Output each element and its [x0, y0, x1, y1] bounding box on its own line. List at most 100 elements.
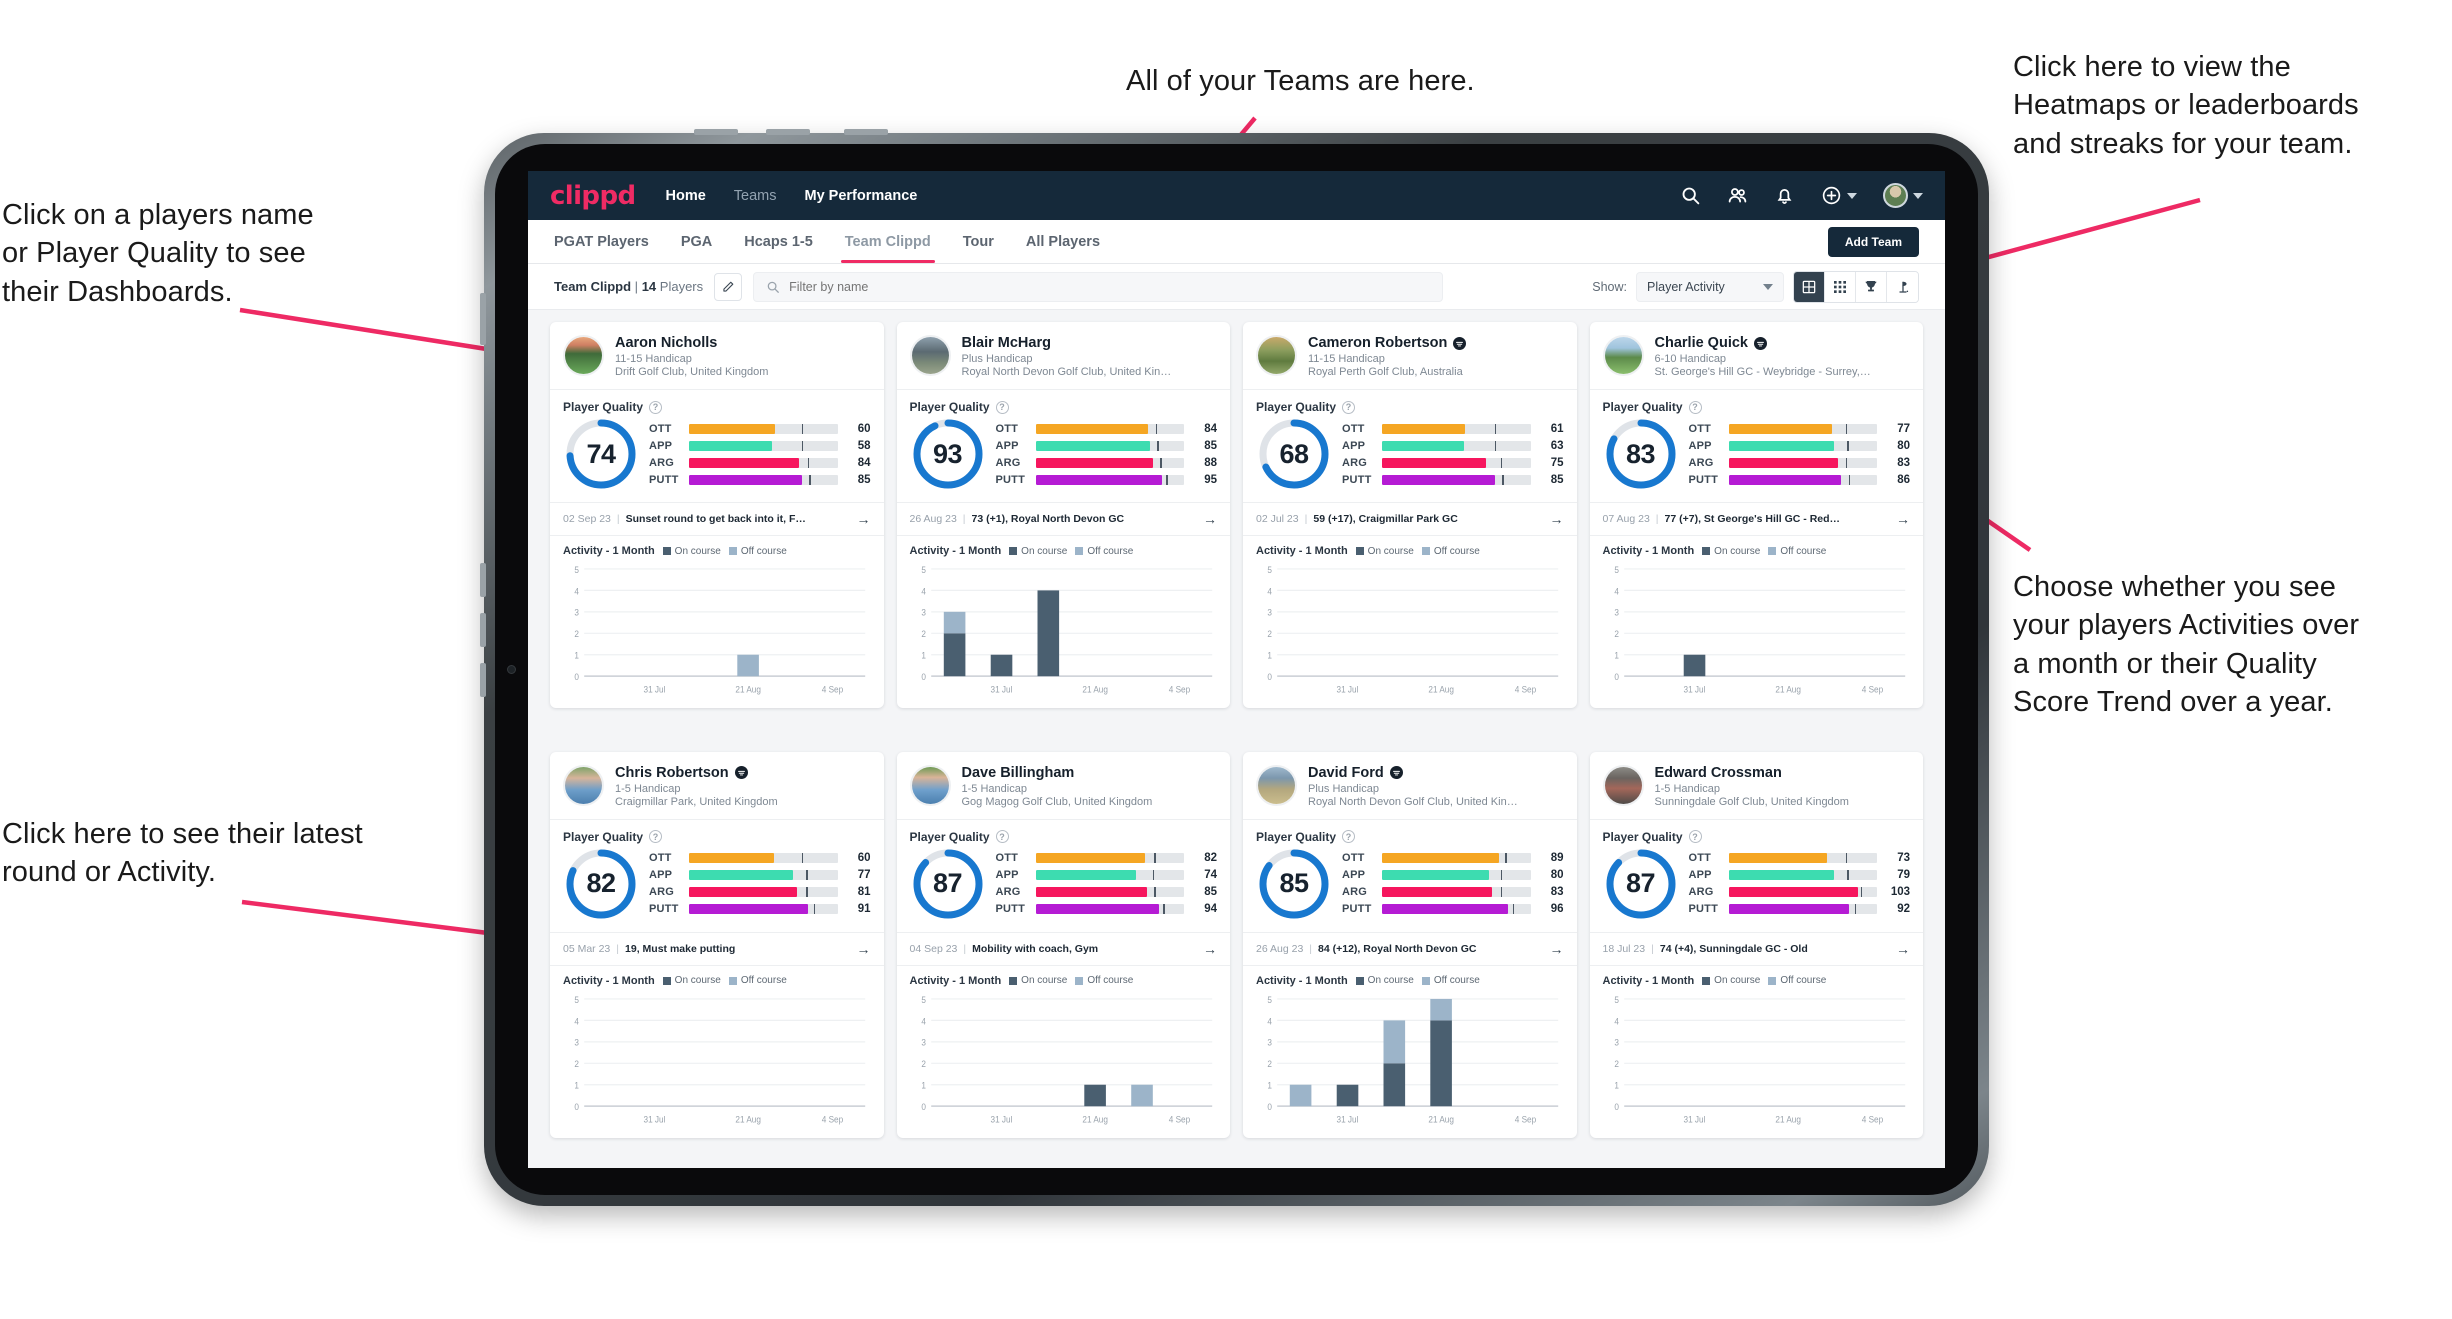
- arrow-right-icon[interactable]: →: [1896, 511, 1910, 527]
- clippd-logo[interactable]: clippd: [550, 181, 636, 211]
- heatmap-view-button[interactable]: [1887, 271, 1918, 302]
- help-icon[interactable]: ?: [1688, 830, 1702, 843]
- player-card-header[interactable]: Charlie Quick 6-10 Handicap St. George's…: [1590, 322, 1924, 389]
- tab-tour[interactable]: Tour: [963, 220, 994, 263]
- people-icon[interactable]: [1727, 185, 1748, 206]
- player-quality-label[interactable]: Player Quality: [563, 400, 643, 414]
- arrow-right-icon[interactable]: →: [857, 941, 871, 957]
- quality-score-ring[interactable]: 87: [1603, 846, 1679, 922]
- player-card-header[interactable]: Chris Robertson 1-5 Handicap Craigmillar…: [550, 752, 884, 819]
- player-avatar[interactable]: [1602, 335, 1644, 376]
- help-icon[interactable]: ?: [1342, 400, 1356, 414]
- player-quality-label[interactable]: Player Quality: [910, 400, 990, 414]
- add-team-button[interactable]: Add Team: [1827, 226, 1919, 257]
- player-card[interactable]: David Ford Plus Handicap Royal North Dev…: [1243, 751, 1577, 1138]
- tab-pga[interactable]: PGA: [681, 220, 712, 263]
- nav-link-home[interactable]: Home: [665, 188, 705, 204]
- tab-team-clippd[interactable]: Team Clippd: [840, 220, 935, 263]
- help-icon[interactable]: ?: [1342, 830, 1356, 843]
- help-icon[interactable]: ?: [649, 400, 663, 414]
- latest-activity-row[interactable]: 02 Sep 23 | Sunset round to get back int…: [550, 502, 884, 536]
- player-card-header[interactable]: Aaron Nicholls 11-15 Handicap Drift Golf…: [550, 322, 884, 389]
- latest-activity-row[interactable]: 05 Mar 23 | 19, Must make putting →: [550, 931, 884, 966]
- latest-activity-row[interactable]: 18 Jul 23 | 74 (+4), Sunningdale GC - Ol…: [1589, 931, 1923, 966]
- nav-link-my-performance[interactable]: My Performance: [805, 188, 918, 204]
- player-card[interactable]: Blair McHarg Plus Handicap Royal North D…: [896, 322, 1231, 708]
- plus-circle-icon[interactable]: [1821, 185, 1842, 206]
- edit-team-button[interactable]: [714, 272, 743, 301]
- tab-hcaps-1-5[interactable]: Hcaps 1-5: [744, 220, 813, 263]
- bell-icon[interactable]: [1774, 185, 1795, 206]
- player-card[interactable]: Dave Billingham 1-5 Handicap Gog Magog G…: [896, 751, 1231, 1138]
- create-menu[interactable]: [1821, 185, 1857, 206]
- latest-activity-row[interactable]: 26 Aug 23 | 84 (+12), Royal North Devon …: [1243, 931, 1577, 966]
- arrow-right-icon[interactable]: →: [1203, 941, 1217, 957]
- player-name-row[interactable]: Cameron Robertson: [1308, 335, 1467, 351]
- quality-score-ring[interactable]: 85: [1256, 846, 1332, 922]
- player-quality-label[interactable]: Player Quality: [1256, 400, 1336, 414]
- player-quality-label[interactable]: Player Quality: [1603, 830, 1683, 844]
- player-name-row[interactable]: Dave Billingham: [962, 765, 1153, 781]
- player-avatar[interactable]: [563, 335, 604, 376]
- quality-score-ring[interactable]: 82: [563, 846, 639, 922]
- player-avatar[interactable]: [909, 764, 951, 806]
- help-icon[interactable]: ?: [995, 400, 1009, 414]
- player-card-header[interactable]: David Ford Plus Handicap Royal North Dev…: [1243, 752, 1577, 819]
- player-name-row[interactable]: Aaron Nicholls: [615, 335, 768, 351]
- player-card[interactable]: Aaron Nicholls 11-15 Handicap Drift Golf…: [550, 322, 884, 708]
- player-name-row[interactable]: Chris Robertson: [615, 765, 778, 781]
- player-name-row[interactable]: Blair McHarg: [962, 335, 1172, 351]
- arrow-right-icon[interactable]: →: [857, 511, 871, 527]
- player-name[interactable]: Dave Billingham: [962, 765, 1075, 781]
- player-card[interactable]: Cameron Robertson 11-15 Handicap Royal P…: [1243, 322, 1577, 708]
- player-card-header[interactable]: Blair McHarg Plus Handicap Royal North D…: [897, 322, 1231, 389]
- quality-score-ring[interactable]: 68: [1256, 416, 1332, 492]
- player-avatar[interactable]: [563, 764, 604, 806]
- quality-score-ring[interactable]: 87: [910, 846, 986, 922]
- arrow-right-icon[interactable]: →: [1896, 941, 1910, 957]
- tab-all-players[interactable]: All Players: [1026, 220, 1100, 263]
- player-avatar[interactable]: [909, 335, 951, 376]
- player-quality-label[interactable]: Player Quality: [1256, 830, 1336, 844]
- player-card-header[interactable]: Cameron Robertson 11-15 Handicap Royal P…: [1243, 322, 1577, 389]
- player-card[interactable]: Edward Crossman 1-5 Handicap Sunningdale…: [1589, 751, 1924, 1138]
- player-quality-label[interactable]: Player Quality: [1603, 400, 1683, 414]
- arrow-right-icon[interactable]: →: [1550, 941, 1564, 957]
- player-name[interactable]: Charlie Quick: [1655, 335, 1748, 351]
- player-quality-label[interactable]: Player Quality: [910, 830, 990, 844]
- quality-score-ring[interactable]: 74: [563, 416, 639, 492]
- grid-large-view-button[interactable]: [1794, 271, 1825, 302]
- search-icon[interactable]: [1680, 185, 1701, 206]
- help-icon[interactable]: ?: [649, 830, 663, 843]
- player-name[interactable]: Edward Crossman: [1655, 765, 1782, 781]
- player-avatar[interactable]: [1256, 764, 1297, 806]
- search-input[interactable]: [789, 279, 1431, 294]
- quality-score-ring[interactable]: 83: [1603, 416, 1679, 492]
- player-card-header[interactable]: Edward Crossman 1-5 Handicap Sunningdale…: [1590, 752, 1924, 819]
- profile-menu[interactable]: [1883, 183, 1923, 208]
- latest-activity-row[interactable]: 26 Aug 23 | 73 (+1), Royal North Devon G…: [896, 502, 1230, 536]
- arrow-right-icon[interactable]: →: [1550, 511, 1564, 527]
- quality-score-ring[interactable]: 93: [910, 416, 986, 492]
- player-name-row[interactable]: Edward Crossman: [1655, 765, 1849, 781]
- help-icon[interactable]: ?: [1688, 400, 1702, 414]
- player-name[interactable]: Blair McHarg: [962, 335, 1051, 351]
- grid-small-view-button[interactable]: [1825, 271, 1856, 302]
- player-avatar[interactable]: [1256, 335, 1297, 376]
- nav-link-teams[interactable]: Teams: [734, 188, 777, 204]
- latest-activity-row[interactable]: 07 Aug 23 | 77 (+7), St George's Hill GC…: [1589, 502, 1923, 536]
- player-avatar[interactable]: [1602, 764, 1644, 806]
- player-name-row[interactable]: Charlie Quick: [1655, 335, 1873, 351]
- avatar[interactable]: [1883, 183, 1908, 208]
- player-name[interactable]: Chris Robertson: [615, 765, 729, 781]
- trophy-leaderboard-view-button[interactable]: [1856, 271, 1887, 302]
- player-name[interactable]: Cameron Robertson: [1308, 335, 1447, 351]
- help-icon[interactable]: ?: [995, 830, 1009, 843]
- latest-activity-row[interactable]: 02 Jul 23 | 59 (+17), Craigmillar Park G…: [1243, 502, 1577, 536]
- tab-pgat-players[interactable]: PGAT Players: [554, 220, 649, 263]
- player-name[interactable]: David Ford: [1308, 765, 1384, 781]
- player-card-header[interactable]: Dave Billingham 1-5 Handicap Gog Magog G…: [897, 752, 1231, 819]
- player-name-row[interactable]: David Ford: [1308, 765, 1518, 781]
- player-card[interactable]: Charlie Quick 6-10 Handicap St. George's…: [1589, 322, 1924, 708]
- latest-activity-row[interactable]: 04 Sep 23 | Mobility with coach, Gym →: [896, 931, 1230, 966]
